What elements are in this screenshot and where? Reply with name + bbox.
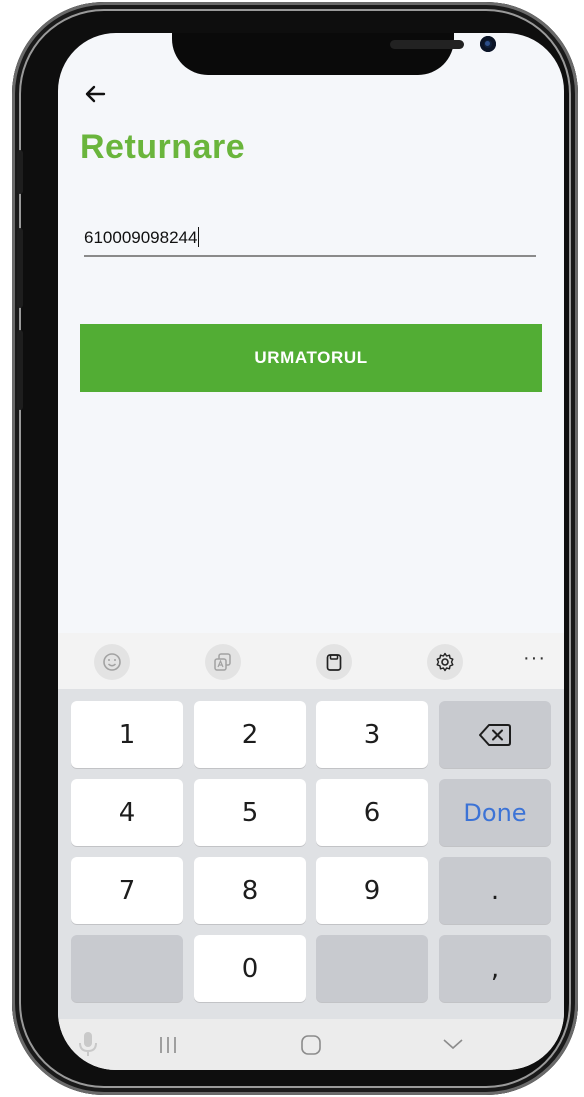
mute-switch bbox=[17, 150, 23, 194]
settings-icon[interactable] bbox=[427, 644, 463, 680]
barcode-input[interactable]: 610009098244 bbox=[84, 223, 536, 257]
key-9[interactable]: 9 bbox=[316, 857, 428, 924]
page-title: Returnare bbox=[80, 128, 246, 166]
key-5[interactable]: 5 bbox=[194, 779, 306, 846]
done-key[interactable]: Done bbox=[439, 779, 551, 846]
next-button[interactable]: URMATORUL bbox=[80, 324, 542, 392]
recents-icon[interactable] bbox=[158, 1035, 178, 1060]
numeric-keyboard: 1 2 3 4 5 6 Done 7 8 9 . 0 , bbox=[58, 689, 564, 1019]
key-2[interactable]: 2 bbox=[194, 701, 306, 768]
clipboard-icon[interactable] bbox=[316, 644, 352, 680]
home-icon[interactable] bbox=[300, 1034, 322, 1061]
system-nav-bar bbox=[58, 1019, 564, 1070]
key-7[interactable]: 7 bbox=[71, 857, 183, 924]
arrow-left-icon[interactable] bbox=[78, 77, 112, 111]
volume-up-button bbox=[17, 228, 23, 308]
phone-screen: Returnare 610009098244 URMATORUL ··· 1 2… bbox=[58, 33, 564, 1070]
keyboard-toolbar: ··· bbox=[58, 633, 564, 689]
key-3[interactable]: 3 bbox=[316, 701, 428, 768]
blank-key-right bbox=[316, 935, 428, 1002]
sticker-icon[interactable] bbox=[205, 644, 241, 680]
hide-keyboard-icon[interactable] bbox=[441, 1036, 465, 1057]
comma-key[interactable]: , bbox=[439, 935, 551, 1002]
barcode-input-value: 610009098244 bbox=[84, 228, 198, 247]
volume-down-button bbox=[17, 330, 23, 410]
speaker bbox=[390, 40, 464, 49]
key-6[interactable]: 6 bbox=[316, 779, 428, 846]
more-options-icon[interactable]: ··· bbox=[523, 647, 546, 670]
emoji-icon[interactable] bbox=[94, 644, 130, 680]
key-8[interactable]: 8 bbox=[194, 857, 306, 924]
notch bbox=[172, 33, 496, 75]
key-0[interactable]: 0 bbox=[194, 935, 306, 1002]
blank-key-left bbox=[71, 935, 183, 1002]
backspace-key[interactable] bbox=[439, 701, 551, 768]
backspace-icon bbox=[479, 723, 511, 746]
mic-icon[interactable] bbox=[76, 1030, 100, 1063]
front-camera bbox=[480, 36, 496, 52]
key-1[interactable]: 1 bbox=[71, 701, 183, 768]
key-4[interactable]: 4 bbox=[71, 779, 183, 846]
text-caret bbox=[198, 227, 200, 247]
period-key[interactable]: . bbox=[439, 857, 551, 924]
